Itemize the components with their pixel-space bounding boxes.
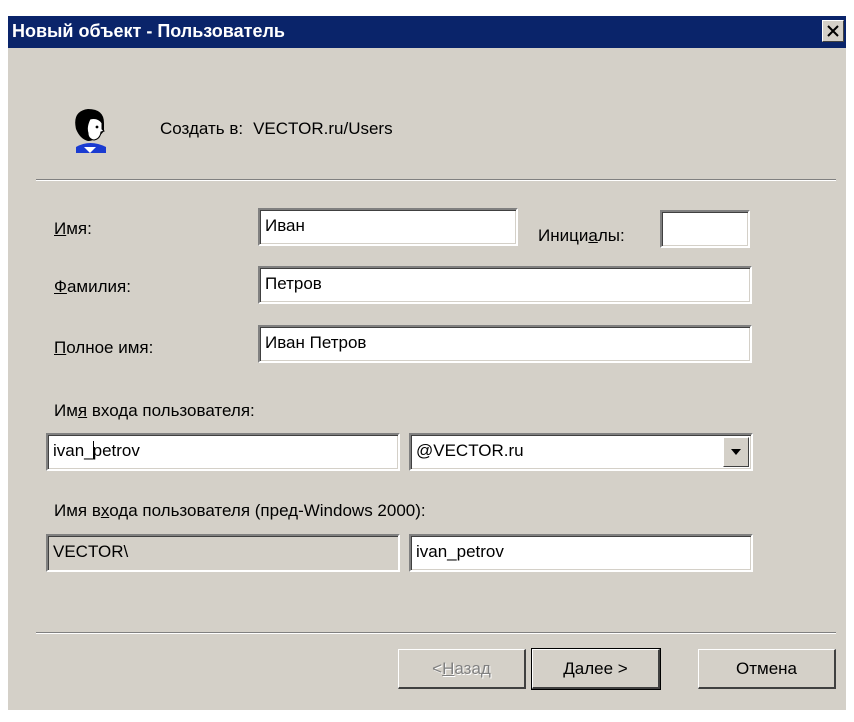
domain-suffix-select[interactable]: @VECTOR.ru (409, 433, 753, 471)
user-icon (75, 109, 106, 153)
pre2000-domain-field: VECTOR\ (46, 534, 400, 572)
full-name-label: Полное имя: (54, 338, 154, 357)
last-name-field[interactable]: Петров (258, 266, 752, 304)
logon-name-label: Имя входа пользователя: (54, 401, 255, 420)
new-user-dialog: Новый объект - Пользователь Создать в: VE… (8, 16, 846, 710)
close-icon (827, 25, 839, 37)
initials-field[interactable] (660, 210, 750, 248)
logon-name-field[interactable]: ivan_petrov (46, 433, 400, 471)
title-bar[interactable]: Новый объект - Пользователь (8, 16, 846, 48)
create-in-info: Создать в: VECTOR.ru/Users (160, 119, 393, 139)
back-button[interactable]: < Назад (398, 649, 526, 689)
next-button[interactable]: Далее > (531, 648, 661, 690)
pre2000-logon-label: Имя входа пользователя (пред-Windows 200… (54, 501, 426, 520)
dropdown-button[interactable] (723, 437, 749, 467)
separator-bottom (36, 632, 836, 634)
window-title: Новый объект - Пользователь (12, 21, 285, 41)
last-name-label: Фамилия: (54, 277, 131, 296)
chevron-down-icon (731, 449, 741, 455)
close-button[interactable] (822, 20, 844, 42)
cancel-button[interactable]: Отмена (698, 649, 836, 689)
full-name-field[interactable]: Иван Петров (258, 325, 752, 363)
first-name-label: Имя: (54, 219, 92, 238)
first-name-field[interactable]: Иван (258, 208, 518, 246)
create-in-label: Создать в: (160, 119, 244, 138)
initials-label: Инициалы: (538, 226, 625, 245)
separator-top (36, 179, 836, 181)
pre2000-logon-field[interactable]: ivan_petrov (409, 534, 753, 572)
create-in-path: VECTOR.ru/Users (253, 119, 393, 138)
